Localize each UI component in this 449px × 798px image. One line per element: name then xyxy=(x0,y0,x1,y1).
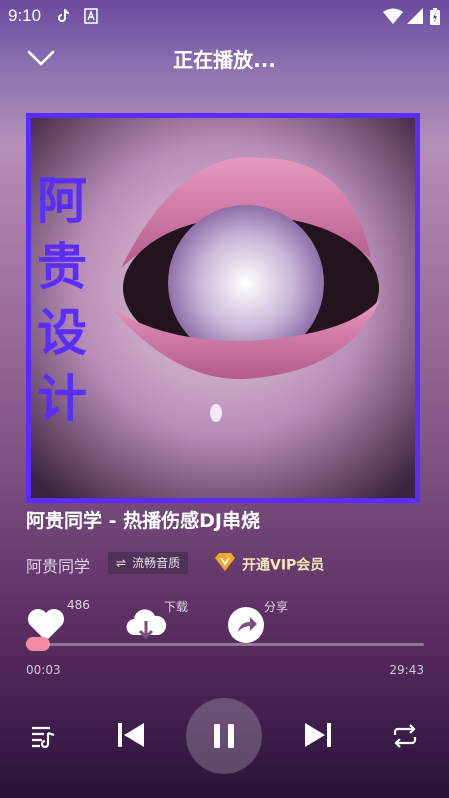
cloud-download-icon xyxy=(126,609,167,640)
notification-a-icon xyxy=(84,8,98,28)
vip-diamond-icon xyxy=(214,552,236,579)
progress-knob[interactable] xyxy=(26,637,50,651)
pause-icon xyxy=(214,724,234,748)
vip-label: 开通VIP会员 xyxy=(242,557,325,574)
total-time: 29:43 xyxy=(389,663,424,677)
pause-button[interactable] xyxy=(186,698,262,774)
quality-label: 流畅音质 xyxy=(132,556,181,570)
status-bar: 9:10 xyxy=(0,0,449,32)
song-title: 阿贵同学 - 热播伤感DJ串烧 xyxy=(26,510,260,532)
download-label: 下载 xyxy=(164,600,189,614)
vip-button[interactable]: 开通VIP会员 xyxy=(214,552,324,574)
download-button[interactable] xyxy=(125,605,167,645)
artist-name[interactable]: 阿贵同学 xyxy=(26,553,90,577)
skip-next-icon xyxy=(305,723,331,747)
cover-caption: 阿贵设计 xyxy=(37,172,87,428)
switch-icon: ⇌ xyxy=(116,556,127,570)
repeat-button[interactable] xyxy=(392,723,418,753)
battery-icon xyxy=(430,8,440,29)
page-title: 正在播放... xyxy=(173,48,276,72)
status-time: 9:10 xyxy=(8,6,42,25)
current-time: 00:03 xyxy=(26,663,61,677)
signal-icon xyxy=(407,8,423,28)
share-label: 分享 xyxy=(264,600,289,614)
progress-bar[interactable] xyxy=(26,643,424,646)
share-button[interactable] xyxy=(226,605,266,645)
playlist-icon xyxy=(32,726,55,749)
skip-previous-icon xyxy=(118,723,144,747)
next-button[interactable] xyxy=(304,721,332,753)
like-count: 486 xyxy=(67,598,90,612)
wifi-icon xyxy=(383,8,403,28)
repeat-icon xyxy=(393,724,417,748)
album-cover: 阿贵设计 xyxy=(26,113,420,503)
quality-button[interactable]: ⇌ 流畅音质 xyxy=(108,552,189,574)
playlist-button[interactable] xyxy=(30,724,56,752)
share-icon xyxy=(228,607,264,643)
previous-button[interactable] xyxy=(117,721,145,753)
tiktok-icon xyxy=(56,8,72,28)
